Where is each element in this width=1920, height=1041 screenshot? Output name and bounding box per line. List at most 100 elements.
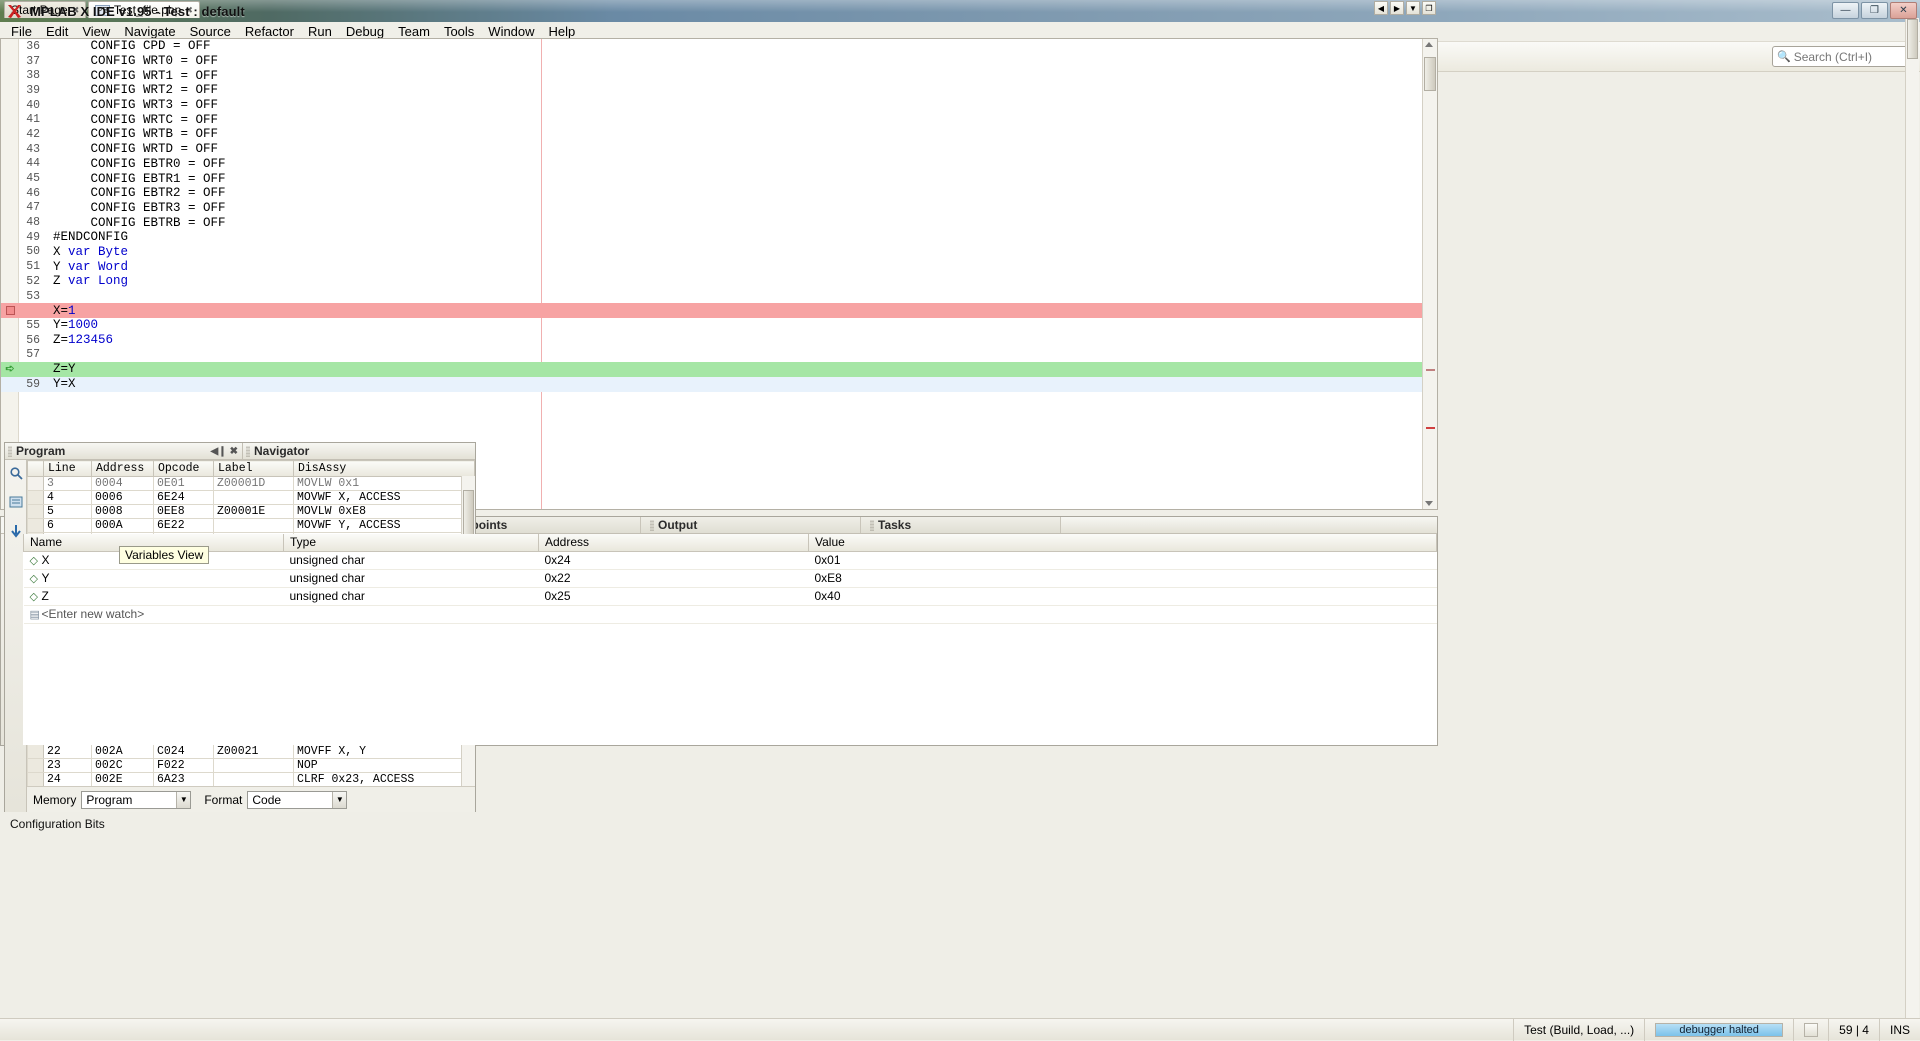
- editor-scroll-thumb[interactable]: [1424, 57, 1436, 91]
- disassembly-row[interactable]: 3 0004 0E01 Z00001D MOVLW 0x1: [27, 476, 475, 491]
- tab-drag-grip[interactable]: [870, 519, 874, 531]
- variables-table[interactable]: Name Type Address Value ◇ Xunsigned char 0x24…: [23, 534, 1437, 624]
- code-text[interactable]: #ENDCONFIG: [47, 230, 128, 244]
- status-scroll-cell[interactable]: [1793, 1018, 1828, 1041]
- disassembly-row[interactable]: 22 002A C024 Z00021 MOVFF X, Y: [27, 744, 475, 759]
- disassembly-row[interactable]: 24 002E 6A23 CLRF 0x23, ACCESS: [27, 772, 475, 787]
- code-line[interactable]: 57: [1, 347, 1437, 362]
- code-text[interactable]: X=1: [47, 304, 76, 318]
- code-line[interactable]: 36 CONFIG CPD = OFF: [1, 39, 1437, 54]
- code-editor[interactable]: 36 CONFIG CPD = OFF 37 CONFIG WRT0 = OFF 3…: [0, 38, 1438, 510]
- scroll-tabs-left-icon[interactable]: ◀: [1374, 1, 1388, 15]
- variables-table-wrap[interactable]: Variables View Name Type Address Value ◇ Xun…: [23, 534, 1437, 745]
- code-line[interactable]: 51 Y var Word: [1, 259, 1437, 274]
- code-text[interactable]: CONFIG EBTR3 = OFF: [47, 201, 226, 215]
- memory-select[interactable]: Program ▼: [81, 790, 192, 809]
- tab-output[interactable]: Output: [641, 517, 861, 533]
- code-text[interactable]: CONFIG CPD = OFF: [47, 39, 211, 53]
- code-text[interactable]: CONFIG EBTR1 = OFF: [47, 172, 226, 186]
- code-text[interactable]: CONFIG WRT2 = OFF: [47, 83, 219, 97]
- minimize-button[interactable]: —: [1832, 2, 1859, 19]
- tab-list-dropdown-icon[interactable]: ▼: [1406, 1, 1420, 15]
- maximize-editor-icon[interactable]: ❐: [1422, 1, 1436, 15]
- column-header-opcode[interactable]: Opcode: [153, 460, 214, 477]
- row-marker-cell[interactable]: [27, 518, 44, 533]
- code-line[interactable]: 38 CONFIG WRT1 = OFF: [1, 68, 1437, 83]
- format-select[interactable]: Code ▼: [247, 790, 348, 809]
- variable-value[interactable]: 0x40: [808, 587, 1437, 606]
- breakpoint-icon[interactable]: [5, 306, 15, 316]
- code-line[interactable]: 53: [1, 289, 1437, 304]
- column-header-disassy[interactable]: DisAssy: [293, 460, 475, 477]
- code-text[interactable]: CONFIG WRT1 = OFF: [47, 69, 219, 83]
- code-text[interactable]: CONFIG WRTD = OFF: [47, 142, 219, 156]
- column-header-address[interactable]: Address: [91, 460, 154, 477]
- navigator-panel-header[interactable]: Navigator: [243, 443, 475, 460]
- code-line[interactable]: 46 CONFIG EBTR2 = OFF: [1, 186, 1437, 201]
- code-text[interactable]: Z=123456: [47, 333, 113, 347]
- row-marker-cell[interactable]: [27, 744, 44, 759]
- disassembly-row[interactable]: 4 0006 6E24 MOVWF X, ACCESS: [27, 490, 475, 505]
- editor-vertical-scrollbar[interactable]: [1422, 39, 1437, 509]
- code-text[interactable]: CONFIG EBTRB = OFF: [47, 216, 226, 230]
- memory-chevron-down-icon[interactable]: ▼: [176, 791, 191, 808]
- tab-drag-grip[interactable]: [650, 519, 654, 531]
- variables-vertical-scrollbar[interactable]: [1905, 18, 1919, 1039]
- fill-memory-icon[interactable]: [7, 493, 24, 510]
- code-line[interactable]: X=1: [1, 303, 1437, 319]
- search-input[interactable]: 🔍 Search (Ctrl+I): [1772, 46, 1912, 67]
- close-button[interactable]: ✕: [1890, 2, 1917, 19]
- variable-row[interactable]: ◇ Yunsigned char 0x22 0xE8: [23, 569, 1437, 588]
- variable-name-cell[interactable]: ◇ Y: [23, 569, 284, 588]
- code-line[interactable]: 49 #ENDCONFIG: [1, 230, 1437, 245]
- tab-navigation-controls[interactable]: ◀ ▶ ▼ ❐: [1374, 1, 1436, 15]
- row-marker-cell[interactable]: [27, 504, 44, 519]
- code-line[interactable]: 39 CONFIG WRT2 = OFF: [1, 83, 1437, 98]
- program-minimize-icon[interactable]: ◀❙: [211, 446, 227, 457]
- code-text[interactable]: Y=X: [47, 377, 76, 391]
- variable-value[interactable]: 0x01: [808, 551, 1437, 570]
- code-line[interactable]: ➪ Z=Y: [1, 362, 1437, 377]
- variables-column-type[interactable]: Type: [283, 534, 539, 552]
- new-watch-cell[interactable]: ▤ <Enter new watch>: [23, 605, 1437, 624]
- goto-pc-icon[interactable]: [7, 522, 24, 539]
- variable-value[interactable]: 0xE8: [808, 569, 1437, 588]
- disassembly-row[interactable]: 23 002C F022 NOP: [27, 758, 475, 773]
- editor-gutter-cell[interactable]: [1, 306, 19, 316]
- code-line[interactable]: 40 CONFIG WRT3 = OFF: [1, 98, 1437, 113]
- code-line[interactable]: 47 CONFIG EBTR3 = OFF: [1, 201, 1437, 216]
- code-lines[interactable]: 36 CONFIG CPD = OFF 37 CONFIG WRT0 = OFF 3…: [1, 39, 1437, 392]
- variables-column-value[interactable]: Value: [808, 534, 1437, 552]
- code-text[interactable]: Z=Y: [47, 362, 76, 376]
- code-text[interactable]: X var Byte: [47, 245, 128, 259]
- window-controls[interactable]: — ❐ ✕: [1832, 2, 1917, 19]
- code-text[interactable]: CONFIG EBTR0 = OFF: [47, 157, 226, 171]
- variable-row[interactable]: ◇ Xunsigned char 0x24 0x01: [23, 551, 1437, 570]
- code-line[interactable]: 37 CONFIG WRT0 = OFF: [1, 54, 1437, 69]
- code-line[interactable]: 45 CONFIG EBTR1 = OFF: [1, 171, 1437, 186]
- format-chevron-down-icon[interactable]: ▼: [332, 791, 347, 808]
- column-header-label[interactable]: Label: [213, 460, 294, 477]
- code-text[interactable]: Y=1000: [47, 318, 98, 332]
- status-scroll-box-icon[interactable]: [1804, 1022, 1819, 1037]
- scroll-up-arrow-icon[interactable]: [1425, 42, 1433, 47]
- column-header-line[interactable]: Line: [43, 460, 92, 477]
- tab-tasks[interactable]: Tasks: [861, 517, 1061, 533]
- code-text[interactable]: CONFIG WRT0 = OFF: [47, 54, 219, 68]
- code-text[interactable]: CONFIG EBTR2 = OFF: [47, 186, 226, 200]
- program-drag-grip[interactable]: [8, 445, 12, 457]
- code-text[interactable]: Y var Word: [47, 260, 128, 274]
- code-line[interactable]: 52 Z var Long: [1, 274, 1437, 289]
- variables-scroll-thumb[interactable]: [1907, 19, 1918, 59]
- find-in-memory-icon[interactable]: [7, 464, 24, 481]
- code-line[interactable]: 56 Z=123456: [1, 333, 1437, 348]
- program-close-icon[interactable]: ✖: [230, 446, 238, 457]
- scroll-down-arrow-icon[interactable]: [1425, 501, 1433, 506]
- row-marker-cell[interactable]: [27, 490, 44, 505]
- code-line[interactable]: 48 CONFIG EBTRB = OFF: [1, 215, 1437, 230]
- code-line[interactable]: 59 Y=X: [1, 376, 1437, 392]
- code-line[interactable]: 43 CONFIG WRTD = OFF: [1, 142, 1437, 157]
- code-text[interactable]: CONFIG WRTC = OFF: [47, 113, 219, 127]
- editor-gutter-cell[interactable]: ➪: [1, 362, 19, 376]
- variable-name-cell[interactable]: ◇ Z: [23, 587, 284, 606]
